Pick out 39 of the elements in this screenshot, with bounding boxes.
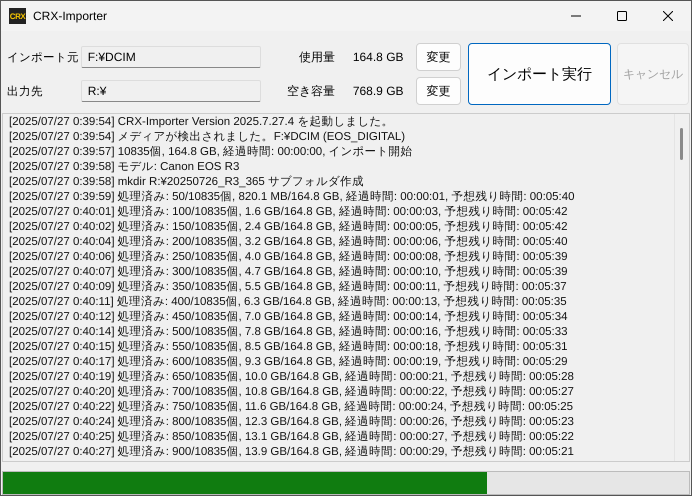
change-button[interactable]: 変更 xyxy=(416,43,461,71)
log-line: [2025/07/27 0:39:58] モデル: Canon EOS R3 xyxy=(9,160,240,175)
log-line: [2025/07/27 0:40:22] 処理済み: 750/10835個, 11.6 GB/164.8 GB, 経過時間: 00:00:24, 予想残り時間: 00:05:25 xyxy=(9,400,574,415)
maximize-icon[interactable] xyxy=(617,11,627,21)
log-line: [2025/07/27 0:40:09] 処理済み: 350/10835個, 5.5 GB/164.8 GB, 経過時間: 00:00:11, 予想残り時間: 00:05:37 xyxy=(9,280,568,295)
log-line: [2025/07/27 0:40:17] 処理済み: 600/10835個, 9.3 GB/164.8 GB, 経過時間: 00:00:19, 予想残り時間: 00:05:29 xyxy=(9,354,569,370)
log-line: [2025/07/27 0:40:24] 処理済み: 800/10835個, 12.3 GB/164.8 GB, 経過時間: 00:00:26, 予想残り時間: 00:05:23 xyxy=(9,414,575,430)
log-line: [2025/07/27 0:40:14] 処理済み: 500/10835個, 7.8 GB/164.8 GB, 経過時間: 00:00:16, 予想残り時間: 00:05:33 xyxy=(9,324,569,340)
import-button[interactable]: インポート実行 xyxy=(468,43,611,105)
stat-value: 164.8 GB xyxy=(352,50,404,64)
log-line: [2025/07/27 0:40:19] 処理済み: 650/10835個, 10.0 GB/164.8 GB, 経過時間: 00:00:21, 予想残り時間: 00:05:28 xyxy=(9,370,575,385)
log-line: [2025/07/27 0:40:27] 処理済み: 900/10835個, 13.9 GB/164.8 GB, 経過時間: 00:00:29, 予想残り時間: 00:05:21 xyxy=(9,444,575,460)
field-label: インポート元 xyxy=(6,50,80,64)
log-line: [2025/07/27 0:40:04] 処理済み: 200/10835個, 3.2 GB/164.8 GB, 経過時間: 00:00:06, 予想残り時間: 00:05:40 xyxy=(9,234,569,250)
log-line: [2025/07/27 0:39:54] メディアが検出されました。F:¥DCIM (EOS_DIGITAL) xyxy=(9,130,406,145)
field-label: 出力先 xyxy=(6,84,44,98)
log-line: [2025/07/27 0:39:54] CRX-Importer Version 2025.7.27.4 を起動しました。 xyxy=(9,114,394,130)
window-title: CRX-Importer xyxy=(33,9,108,23)
stat-label: 空き容量 xyxy=(286,82,336,100)
log-line: [2025/07/27 0:39:58] mkdir R:¥20250726_R3_365 サブフォルダ作成 xyxy=(9,174,365,190)
app-logo: CRX xyxy=(9,8,26,24)
stat-label: 使用量 xyxy=(298,48,336,66)
log-line: [2025/07/27 0:40:20] 処理済み: 700/10835個, 10.8 GB/164.8 GB, 経過時間: 00:00:22, 予想残り時間: 00:05:27 xyxy=(9,384,575,400)
log-line: [2025/07/27 0:40:07] 処理済み: 300/10835個, 4.7 GB/164.8 GB, 経過時間: 00:00:10, 予想残り時間: 00:05:39 xyxy=(9,264,569,280)
path-field[interactable]: F:¥DCIM xyxy=(80,46,261,68)
log-line: [2025/07/27 0:40:25] 処理済み: 850/10835個, 13.1 GB/164.8 GB, 経過時間: 00:00:27, 予想残り時間: 00:05:22 xyxy=(9,430,575,445)
log-line: [2025/07/27 0:40:02] 処理済み: 150/10835個, 2.4 GB/164.8 GB, 経過時間: 00:00:05, 予想残り時間: 00:05:42 xyxy=(9,220,569,235)
log-line: [2025/07/27 0:39:57] 10835個, 164.8 GB, 経過時間: 00:00:00, インポート開始 xyxy=(9,144,414,160)
stat-value: 768.9 GB xyxy=(352,84,404,98)
log-line: [2025/07/27 0:40:15] 処理済み: 550/10835個, 8.5 GB/164.8 GB, 経過時間: 00:00:18, 予想残り時間: 00:05:31 xyxy=(9,340,569,355)
close-icon[interactable] xyxy=(663,11,673,21)
log-line: [2025/07/27 0:39:59] 処理済み: 50/10835個, 820.1 MB/164.8 GB, 経過時間: 00:00:01, 予想残り時間: 00:05:40 xyxy=(9,190,576,205)
log-line: [2025/07/27 0:40:06] 処理済み: 250/10835個, 4.0 GB/164.8 GB, 経過時間: 00:00:08, 予想残り時間: 00:05:39 xyxy=(9,250,569,265)
path-field[interactable]: R:¥ xyxy=(80,80,261,102)
log-line: [2025/07/27 0:40:11] 処理済み: 400/10835個, 6.3 GB/164.8 GB, 経過時間: 00:00:13, 予想残り時間: 00:05:35 xyxy=(9,294,568,310)
log-line: [2025/07/27 0:40:01] 処理済み: 100/10835個, 1.6 GB/164.8 GB, 経過時間: 00:00:03, 予想残り時間: 00:05:42 xyxy=(9,204,569,220)
scrollbar-thumb[interactable] xyxy=(680,128,683,160)
change-button[interactable]: 変更 xyxy=(416,77,461,105)
log-line: [2025/07/27 0:40:12] 処理済み: 450/10835個, 7.0 GB/164.8 GB, 経過時間: 00:00:14, 予想残り時間: 00:05:34 xyxy=(9,310,569,325)
